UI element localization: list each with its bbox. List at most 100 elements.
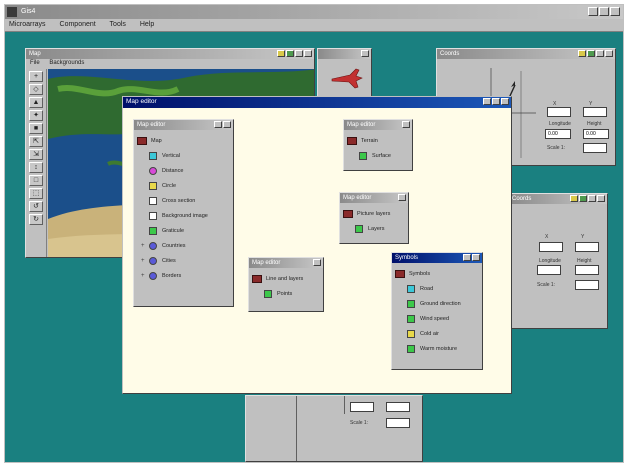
plane-window [317, 48, 372, 100]
close-icon[interactable] [361, 50, 369, 57]
menu-component[interactable]: Component [60, 21, 96, 28]
x-field[interactable] [547, 107, 571, 117]
expand-icon[interactable]: + [141, 273, 147, 279]
book-icon [137, 136, 147, 145]
minimize-icon[interactable] [483, 98, 491, 105]
tree-item[interactable]: + Cities [137, 253, 230, 268]
expand-icon[interactable]: + [141, 243, 147, 249]
tool-button[interactable]: ↕ [29, 162, 43, 173]
longitude-label: Longitude [539, 258, 561, 264]
app-window: Gis4 Microarrays Component Tools Help Ma… [4, 4, 624, 463]
line-layers-title-bar: Map editor [249, 258, 323, 268]
tree-item-label: Road [420, 285, 434, 292]
x-field[interactable] [350, 402, 374, 412]
tool-button[interactable]: + [29, 71, 43, 82]
close-icon[interactable] [597, 195, 605, 202]
map-menu-backgrounds[interactable]: Backgrounds [49, 60, 84, 66]
plane-window-title-bar [318, 49, 371, 59]
menu-tools[interactable]: Tools [110, 21, 126, 28]
tree-item[interactable]: + Borders [137, 268, 230, 283]
close-icon[interactable] [398, 194, 406, 201]
tool-button[interactable]: ⬚ [29, 188, 43, 199]
tree-item[interactable]: Circle [137, 178, 230, 193]
minimize-icon[interactable] [588, 7, 598, 16]
globe-icon [149, 241, 157, 250]
menu-microarrays[interactable]: Microarrays [9, 21, 46, 28]
maximize-icon[interactable] [492, 98, 500, 105]
close-icon[interactable] [304, 50, 312, 57]
tool-button[interactable]: ↺ [29, 201, 43, 212]
y-field[interactable] [386, 402, 410, 412]
tree-item[interactable]: + Countries [137, 238, 230, 253]
y-field[interactable] [575, 242, 599, 252]
tree-item-label: Wind speed [420, 315, 450, 322]
minimize-icon[interactable] [295, 50, 303, 57]
scale-field[interactable] [583, 143, 607, 153]
tool-button[interactable]: □ [29, 175, 43, 186]
scale-field[interactable] [386, 418, 410, 428]
scale-field[interactable] [575, 280, 599, 290]
tree-item[interactable]: Layers [343, 221, 405, 236]
longitude-label: Longitude [549, 121, 571, 127]
tree-item[interactable]: Vertical [137, 148, 230, 163]
close-icon[interactable] [402, 121, 410, 128]
layer-icon[interactable] [579, 195, 587, 202]
tool-button[interactable]: ◇ [29, 84, 43, 95]
tree-item[interactable]: Distance [137, 163, 230, 178]
tool-button[interactable]: ■ [29, 123, 43, 134]
tree-root[interactable]: Terrain [347, 133, 409, 148]
longitude-field[interactable] [537, 265, 561, 275]
tree-root[interactable]: Map [137, 133, 230, 148]
layer-icon [149, 151, 157, 160]
x-field[interactable] [539, 242, 563, 252]
tool-button[interactable]: ⇲ [29, 149, 43, 160]
minimize-icon[interactable] [214, 121, 222, 128]
tree-item[interactable]: Graticule [137, 223, 230, 238]
tree-item[interactable]: Cold air [395, 326, 479, 341]
layer-icon [407, 329, 415, 338]
tree-root[interactable]: Line and layers [252, 271, 320, 286]
minimize-icon[interactable] [588, 195, 596, 202]
layer-icon[interactable] [587, 50, 595, 57]
tree-root-label: Map [151, 137, 162, 144]
minimize-icon[interactable] [463, 254, 471, 261]
close-icon[interactable] [501, 98, 509, 105]
map-window-title-bar: Map [26, 49, 314, 59]
close-icon[interactable] [223, 121, 231, 128]
longitude-field[interactable]: 0.00 [545, 129, 571, 139]
close-icon[interactable] [472, 254, 480, 261]
close-icon[interactable] [610, 7, 620, 16]
tree-item[interactable]: Background image [137, 208, 230, 223]
map-menu-file[interactable]: File [30, 60, 40, 66]
height-field[interactable] [575, 265, 599, 275]
bottom-panel: Scale 1: [245, 395, 423, 462]
tool-button[interactable]: ↻ [29, 214, 43, 225]
maximize-icon[interactable] [599, 7, 609, 16]
color-icon[interactable] [570, 195, 578, 202]
map-tree-title: Map editor [137, 122, 166, 128]
expand-icon[interactable]: + [141, 258, 147, 264]
close-icon[interactable] [313, 259, 321, 266]
minimize-icon[interactable] [596, 50, 604, 57]
tree-item[interactable]: Points [252, 286, 320, 301]
color-icon[interactable] [277, 50, 285, 57]
tree-item[interactable]: Wind speed [395, 311, 479, 326]
menu-help[interactable]: Help [140, 21, 154, 28]
tool-button[interactable]: ▲ [29, 97, 43, 108]
tree-item[interactable]: Cross section [137, 193, 230, 208]
layer-icon[interactable] [286, 50, 294, 57]
color-icon[interactable] [578, 50, 586, 57]
tree-item[interactable]: Road [395, 281, 479, 296]
tree-root[interactable]: Picture layers [343, 206, 405, 221]
tree-root[interactable]: Symbols [395, 266, 479, 281]
height-label: Height [587, 121, 602, 127]
y-field[interactable] [583, 107, 607, 117]
tree-item[interactable]: Warm moisture [395, 341, 479, 356]
close-icon[interactable] [605, 50, 613, 57]
tree-item[interactable]: Surface [347, 148, 409, 163]
height-field[interactable]: 0.00 [583, 129, 609, 139]
tool-button[interactable]: ✦ [29, 110, 43, 121]
map-editor-title-bar: Map editor [123, 97, 511, 108]
tool-button[interactable]: ⇱ [29, 136, 43, 147]
tree-item[interactable]: Ground direction [395, 296, 479, 311]
